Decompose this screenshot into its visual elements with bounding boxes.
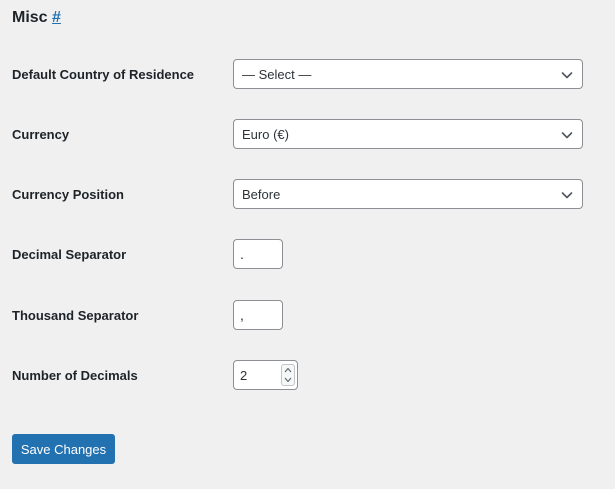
decimal-separator-label: Decimal Separator — [12, 246, 127, 262]
thousand-separator-label: Thousand Separator — [12, 307, 139, 323]
field-row-thousand-separator: Thousand Separator , — [0, 300, 615, 330]
currency-label: Currency — [12, 126, 70, 142]
thousand-separator-value: , — [240, 307, 244, 323]
chevron-down-icon — [561, 192, 573, 199]
currency-position-select-value: Before — [242, 186, 281, 202]
currency-position-label: Currency Position — [12, 186, 124, 202]
number-spinner — [281, 364, 295, 386]
spinner-down-button[interactable] — [282, 375, 294, 385]
settings-page: Misc # Default Country of Residence — Se… — [0, 0, 615, 489]
currency-position-select[interactable]: Before — [233, 179, 583, 209]
field-row-currency: Currency Euro (€) — [0, 119, 615, 149]
field-row-country: Default Country of Residence — Select — — [0, 59, 615, 89]
save-changes-button[interactable]: Save Changes — [12, 434, 115, 464]
field-row-number-of-decimals: Number of Decimals 2 — [0, 360, 615, 390]
decimal-separator-value: . — [240, 246, 244, 262]
spinner-up-button[interactable] — [282, 365, 294, 375]
chevron-down-icon — [561, 132, 573, 139]
chevron-down-icon — [561, 72, 573, 79]
number-of-decimals-value: 2 — [240, 367, 248, 383]
caret-up-icon — [284, 367, 292, 373]
section-title-text: Misc — [12, 9, 48, 26]
country-label: Default Country of Residence — [12, 66, 195, 82]
country-select[interactable]: — Select — — [233, 59, 583, 89]
section-title: Misc # — [12, 8, 61, 28]
country-select-value: — Select — — [242, 66, 312, 82]
field-row-decimal-separator: Decimal Separator . — [0, 239, 615, 269]
section-anchor-link[interactable]: # — [52, 9, 61, 26]
currency-select-value: Euro (€) — [242, 126, 289, 142]
field-row-currency-position: Currency Position Before — [0, 179, 615, 209]
decimal-separator-input[interactable]: . — [233, 239, 283, 269]
caret-down-icon — [284, 377, 292, 383]
number-of-decimals-input[interactable]: 2 — [233, 360, 298, 390]
currency-select[interactable]: Euro (€) — [233, 119, 583, 149]
thousand-separator-input[interactable]: , — [233, 300, 283, 330]
number-of-decimals-label: Number of Decimals — [12, 367, 138, 383]
